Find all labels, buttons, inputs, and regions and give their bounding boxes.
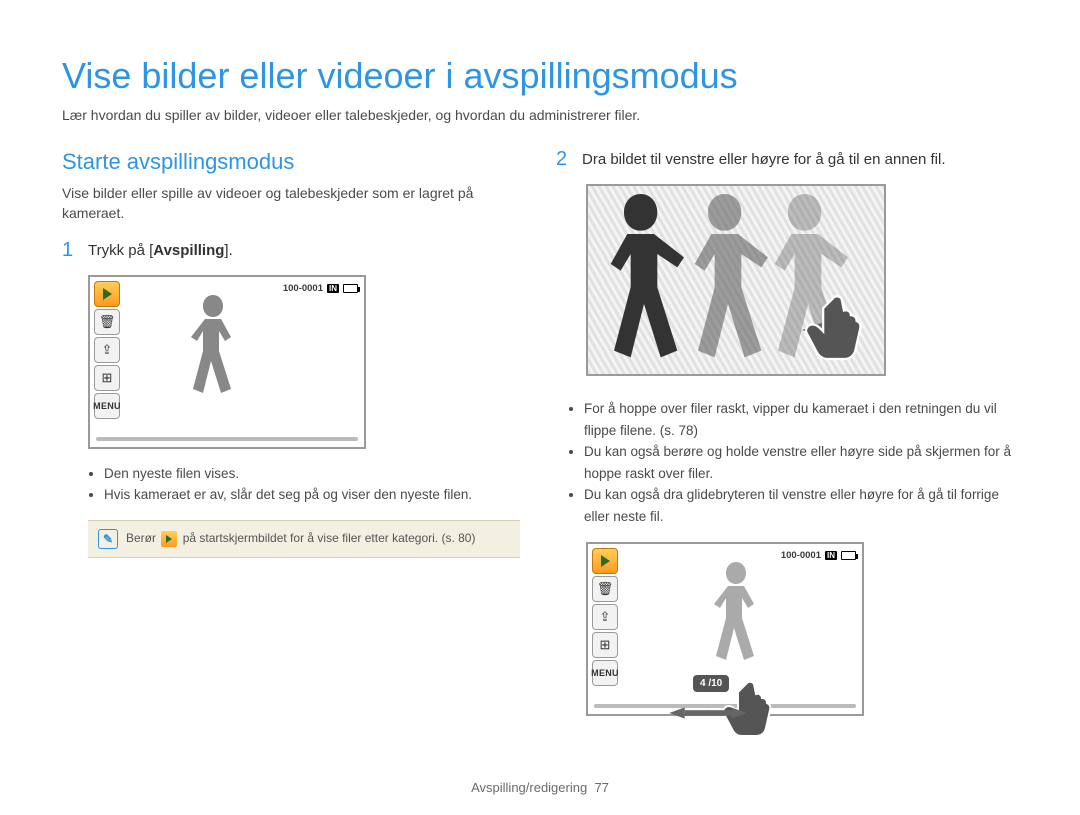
left-column: Starte avspillingsmodus Vise bilder elle… (62, 149, 524, 730)
step-2: 2 Dra bildet til venstre eller høyre for… (556, 149, 1018, 170)
slider-track[interactable] (96, 437, 358, 441)
person-silhouette (185, 295, 245, 425)
file-code: 100-0001 (781, 550, 821, 561)
content-columns: Starte avspillingsmodus Vise bilder elle… (62, 149, 1018, 730)
note-post: på startskjermbildet for å vise filer et… (183, 531, 476, 545)
arrow-right-icon (731, 707, 746, 718)
person-silhouette (708, 562, 768, 692)
trash-icon[interactable]: 🗑 (94, 309, 120, 335)
file-code: 100-0001 (283, 283, 323, 294)
step-post: ]. (224, 242, 232, 259)
step-bold: Avspilling (153, 242, 224, 259)
left-bullet-list: Den nyeste filen vises. Hvis kameraet er… (62, 463, 524, 506)
grid-icon[interactable]: ⊞ (592, 632, 618, 658)
note-box: ✎ Berør på startskjermbildet for å vise … (88, 520, 520, 558)
right-column: 2 Dra bildet til venstre eller høyre for… (556, 149, 1018, 730)
storage-badge: IN (825, 551, 837, 560)
note-icon: ✎ (98, 529, 118, 549)
menu-button[interactable]: MENU (94, 393, 120, 419)
page-title: Vise bilder eller videoer i avspillingsm… (62, 55, 1018, 97)
trash-icon[interactable]: 🗑 (592, 576, 618, 602)
silhouette-main (594, 194, 694, 374)
page-intro: Lær hvordan du spiller av bilder, videoe… (62, 107, 1018, 123)
list-item: Du kan også berøre og holde venstre elle… (584, 441, 1018, 484)
camera-screenshot-2: 🗑 ⇪ ⊞ MENU 100-0001 IN 4 /10 (586, 542, 864, 716)
list-item: Du kan også dra glidebryteren til venstr… (584, 484, 1018, 527)
step-1: 1 Trykk på [Avspilling]. (62, 240, 524, 261)
swipe-demo-image (586, 184, 886, 376)
footer-section: Avspilling/redigering (471, 780, 587, 795)
footer-page-number: 77 (594, 780, 608, 795)
step-pre: Trykk på [ (88, 242, 153, 259)
arrow-left-icon (669, 707, 684, 718)
camera-screenshot-1: 🗑 ⇪ ⊞ MENU 100-0001 IN (88, 275, 366, 449)
list-item: For å hoppe over filer raskt, vipper du … (584, 398, 1018, 441)
note-pre: Berør (126, 531, 159, 545)
note-text: Berør på startskjermbildet for å vise fi… (126, 531, 475, 547)
list-item: Hvis kameraet er av, slår det seg på og … (104, 484, 524, 506)
step-1-text: Trykk på [Avspilling]. (88, 240, 233, 261)
play-icon[interactable] (94, 281, 120, 307)
battery-icon (343, 284, 358, 293)
section-heading: Starte avspillingsmodus (62, 149, 524, 175)
share-icon[interactable]: ⇪ (592, 604, 618, 630)
menu-button[interactable]: MENU (592, 660, 618, 686)
step-number: 1 (62, 240, 78, 261)
shot-status-bar: 100-0001 IN (781, 550, 856, 561)
list-item: Den nyeste filen vises. (104, 463, 524, 485)
play-icon[interactable] (592, 548, 618, 574)
section-description: Vise bilder eller spille av videoer og t… (62, 183, 524, 224)
share-icon[interactable]: ⇪ (94, 337, 120, 363)
page-footer: Avspilling/redigering 77 (0, 780, 1080, 795)
step-number: 2 (556, 149, 572, 170)
right-bullet-list: For å hoppe over filer raskt, vipper du … (556, 398, 1018, 528)
step-2-text: Dra bildet til venstre eller høyre for å… (582, 149, 946, 170)
shot-status-bar: 100-0001 IN (283, 283, 358, 294)
shot-toolbar: 🗑 ⇪ ⊞ MENU (592, 548, 618, 686)
shot-toolbar: 🗑 ⇪ ⊞ MENU (94, 281, 120, 419)
grid-icon[interactable]: ⊞ (94, 365, 120, 391)
hand-pointer-icon (800, 292, 874, 366)
play-icon (161, 531, 177, 547)
storage-badge: IN (327, 284, 339, 293)
battery-icon (841, 551, 856, 560)
